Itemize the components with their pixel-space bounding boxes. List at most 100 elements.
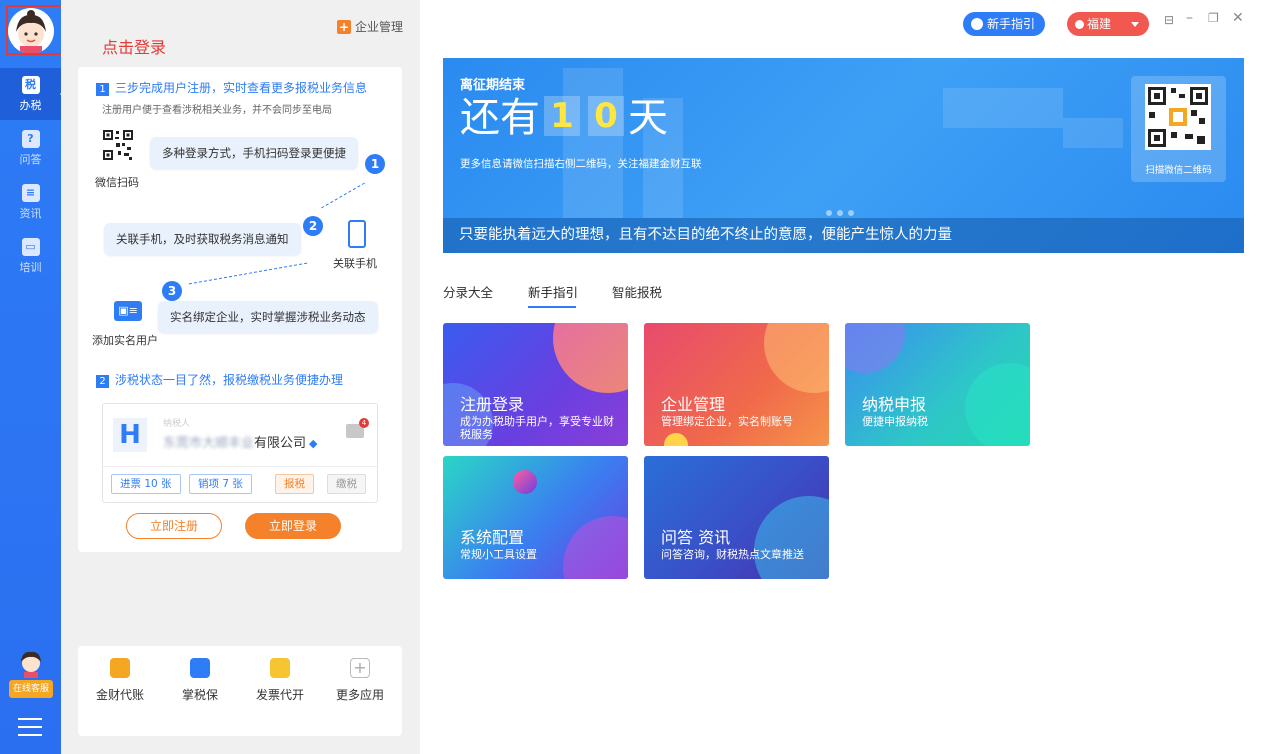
company-logo: H <box>113 418 147 452</box>
app-invoice-issuing[interactable]: 发票代开 <box>245 658 315 703</box>
deadline-label: 离征期结束 <box>460 78 526 93</box>
main-content: 新手指引 福建 ⊟ – ❐ ✕ 离征期结束 还有 1 0 天 更多信息请微信扫描右侧二… <box>420 0 1267 754</box>
app-label: 掌税保 <box>181 688 218 702</box>
mailbox-icon[interactable]: ⊟ <box>1164 13 1174 27</box>
tile-title: 问答 资讯 <box>661 528 731 547</box>
step2-number: 2 <box>96 375 109 388</box>
tile-enterprise-management[interactable]: 企业管理 管理绑定企业，实名制账号 <box>644 323 829 446</box>
tile-system-config[interactable]: 系统配置 常规小工具设置 <box>443 456 628 579</box>
sidebar-item-label: 资讯 <box>19 207 42 220</box>
region-selector[interactable]: 福建 <box>1067 12 1149 36</box>
bookkeeping-icon <box>110 658 130 678</box>
plus-icon: + <box>337 20 351 34</box>
menu-icon[interactable] <box>18 718 42 736</box>
add-verified-user-caption: 添加实名用户 <box>92 334 158 347</box>
customer-service-avatar-icon[interactable] <box>16 648 46 678</box>
step-circle-2: 2 <box>303 216 323 236</box>
tile-desc: 管理绑定企业，实名制账号 <box>661 415 793 428</box>
days-suffix: 天 <box>628 95 668 141</box>
step1-subtitle: 注册用户便于查看涉税相关业务，并不会同步至电局 <box>102 105 332 116</box>
minimize-icon[interactable]: – <box>1186 10 1193 26</box>
banner-quote: 只要能执着远大的理想，且有不达目的绝不终止的意愿，便能产生惊人的力量 <box>443 218 1244 253</box>
sidebar-item-tax[interactable]: 税 办税 <box>0 68 68 120</box>
news-icon: ≡ <box>21 184 40 202</box>
app-more[interactable]: + 更多应用 <box>325 658 395 703</box>
invoice-icon <box>270 658 290 678</box>
tax-protect-icon <box>190 658 210 678</box>
location-pin-icon <box>1075 20 1084 29</box>
file-tax-tag: 报税 <box>275 474 314 494</box>
divider <box>103 466 377 467</box>
taxpayer-type: 纳税人 <box>163 419 191 429</box>
tax-icon: 税 <box>21 76 40 94</box>
beginner-guide-label: 新手指引 <box>987 17 1036 31</box>
wechat-scan-caption: 微信扫码 <box>95 176 139 189</box>
app-label: 金财代账 <box>95 688 144 702</box>
pay-tax-tag: 缴税 <box>327 474 366 494</box>
step-circle-1: 1 <box>365 154 385 174</box>
app-zhangshuibao[interactable]: 掌税保 <box>165 658 235 703</box>
close-icon[interactable]: ✕ <box>1232 10 1244 26</box>
link-phone-caption: 关联手机 <box>333 257 377 270</box>
carousel-dots[interactable] <box>826 205 859 219</box>
tab-smart-filing[interactable]: 智能报税 <box>612 282 662 301</box>
tile-title: 注册登录 <box>460 395 525 414</box>
tile-qa-news[interactable]: 问答 资讯 问答咨询，财税热点文章推送 <box>644 456 829 579</box>
app-label: 更多应用 <box>335 688 384 702</box>
online-service-badge[interactable]: 在线客服 <box>9 680 53 698</box>
tile-register-login[interactable]: 注册登录 成为办税助手用户，享受专业财税服务 <box>443 323 628 446</box>
deadline-banner[interactable]: 离征期结束 还有 1 0 天 更多信息请微信扫描右侧二维码，关注福建金财互联 扫描微信… <box>443 58 1244 253</box>
left-sidebar: 税 办税 ? 问答 ≡ 资讯 ▭ 培训 在线客服 <box>0 0 68 754</box>
days-digit-2: 0 <box>588 96 624 136</box>
registration-guide-card: 1 三步完成用户注册，实时查看更多报税业务信息 注册用户便于查看涉税相关业务，并不… <box>78 67 402 552</box>
compass-icon <box>971 18 983 30</box>
chevron-down-icon <box>1131 22 1139 27</box>
qr-caption: 扫描微信二维码 <box>1145 165 1212 176</box>
tab-beginner-guide[interactable]: 新手指引 <box>528 282 578 301</box>
sidebar-item-label: 培训 <box>19 261 42 274</box>
question-icon: ? <box>21 130 40 148</box>
tile-desc: 问答咨询，财税热点文章推送 <box>661 548 804 561</box>
tile-title: 企业管理 <box>661 395 726 414</box>
tile-desc: 成为办税助手用户，享受专业财税服务 <box>460 415 614 441</box>
wechat-qr-box: 扫描微信二维码 <box>1131 76 1226 182</box>
active-tab-underline <box>528 306 576 308</box>
tile-title: 纳税申报 <box>862 395 927 414</box>
qr-code-icon <box>1145 84 1211 150</box>
id-card-icon: ▣≡ <box>114 301 142 321</box>
guide-panel: + 企业管理 1 三步完成用户注册，实时查看更多报税业务信息 注册用户便于查看涉税相… <box>61 0 420 754</box>
company-name-suffix: 有限公司 <box>254 436 307 451</box>
step1-title: 1 三步完成用户注册，实时查看更多报税业务信息 <box>96 79 367 96</box>
days-prefix: 还有 <box>460 95 540 141</box>
company-name: 东莞市大顺丰业有限公司 ◆ <box>163 432 318 451</box>
login-now-button[interactable]: 立即登录 <box>245 513 341 539</box>
login-methods-bubble: 多种登录方式，手机扫码登录更便捷 <box>150 137 358 169</box>
step1-title-text: 三步完成用户注册，实时查看更多报税业务信息 <box>115 81 368 95</box>
beginner-guide-button[interactable]: 新手指引 <box>963 12 1046 36</box>
verified-diamond-icon: ◆ <box>309 437 318 450</box>
register-now-button[interactable]: 立即注册 <box>126 513 222 539</box>
app-jincai-bookkeeping[interactable]: 金财代账 <box>85 658 155 703</box>
sidebar-item-training[interactable]: ▭ 培训 <box>0 230 61 282</box>
tile-desc: 便捷申报纳税 <box>862 415 928 428</box>
sample-business-card: H 纳税人 东莞市大顺丰业有限公司 ◆ 4 进票 10 张 销项 7 张 报税 缴… <box>102 403 378 503</box>
sidebar-item-label: 办税 <box>19 99 42 112</box>
sidebar-item-qa[interactable]: ? 问答 <box>0 122 61 174</box>
enterprise-management-label: 企业管理 <box>355 20 404 34</box>
enterprise-management-button[interactable]: + 企业管理 <box>337 18 403 35</box>
qr-code-icon <box>102 129 134 161</box>
restore-icon[interactable]: ❐ <box>1208 11 1219 25</box>
app-label: 发票代开 <box>255 688 304 702</box>
tile-tax-filing[interactable]: 纳税申报 便捷申报纳税 <box>845 323 1030 446</box>
step-circle-3: 3 <box>162 281 182 301</box>
tile-title: 系统配置 <box>460 528 525 547</box>
step1-number: 1 <box>96 83 109 96</box>
tab-journal-entries[interactable]: 分录大全 <box>443 282 493 301</box>
company-name-blurred: 东莞市大顺丰业 <box>163 436 255 451</box>
bind-enterprise-bubble: 实名绑定企业，实时掌握涉税业务动态 <box>158 301 378 333</box>
sidebar-item-label: 问答 <box>19 153 42 166</box>
dashed-connector <box>321 182 365 209</box>
link-phone-bubble: 关联手机，及时获取税务消息通知 <box>104 223 301 255</box>
sidebar-item-news[interactable]: ≡ 资讯 <box>0 176 61 228</box>
training-icon: ▭ <box>21 238 40 256</box>
